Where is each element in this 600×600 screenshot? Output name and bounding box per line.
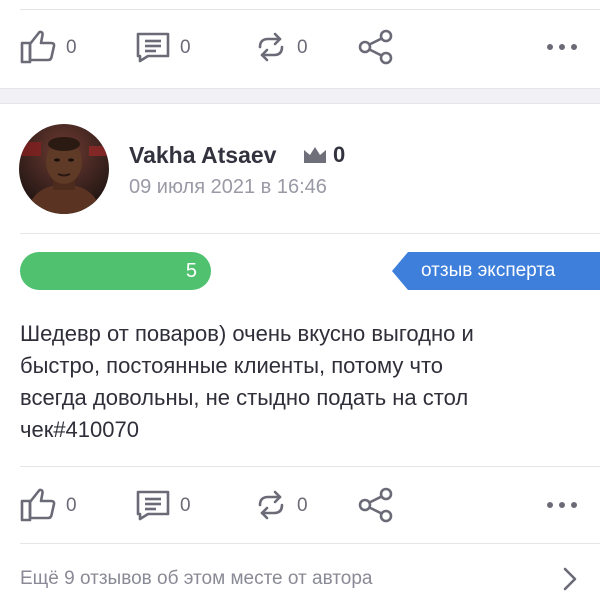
review-text-line: чек#410070 xyxy=(20,417,139,442)
comment-button[interactable]: 0 xyxy=(136,17,191,77)
more-button[interactable] xyxy=(546,475,578,535)
like-count: 0 xyxy=(66,494,77,516)
repost-count: 0 xyxy=(297,494,308,516)
review-text: Шедевр от поваров) очень вкусно выгодно … xyxy=(20,318,585,446)
more-icon xyxy=(547,44,577,50)
thumbs-up-icon xyxy=(20,30,56,64)
top-action-bar: 0 0 0 xyxy=(0,17,600,77)
comment-count: 0 xyxy=(180,36,191,58)
review-text-line: Шедевр от поваров) очень вкусно выгодно … xyxy=(20,321,474,346)
rating-bar: 5 xyxy=(20,252,211,290)
comment-icon xyxy=(136,32,170,63)
share-button[interactable] xyxy=(358,475,394,535)
bottom-action-bar: 0 0 0 xyxy=(0,475,600,535)
section-separator xyxy=(0,88,600,104)
repost-button[interactable]: 0 xyxy=(255,17,308,77)
share-icon xyxy=(358,487,393,523)
divider xyxy=(20,466,600,467)
top-divider xyxy=(20,9,600,10)
repost-icon xyxy=(258,32,284,62)
review-date: 09 июля 2021 в 16:46 xyxy=(129,176,327,198)
divider xyxy=(20,543,600,544)
expert-review-badge: отзыв эксперта xyxy=(392,252,600,290)
more-button[interactable] xyxy=(546,17,578,77)
author-score: 0 xyxy=(333,142,346,167)
repost-icon xyxy=(258,490,284,520)
more-reviews-link[interactable]: Ещё 9 отзывов об этом месте от автора xyxy=(0,555,600,600)
like-button[interactable]: 0 xyxy=(20,475,77,535)
review-text-line: всегда довольны, не стыдно подать на сто… xyxy=(20,385,469,410)
comment-count: 0 xyxy=(180,494,191,516)
expert-review-label: отзыв эксперта xyxy=(421,260,556,281)
more-icon xyxy=(547,502,577,508)
share-button[interactable] xyxy=(358,17,394,77)
like-count: 0 xyxy=(66,36,77,58)
like-button[interactable]: 0 xyxy=(20,17,77,77)
comment-button[interactable]: 0 xyxy=(136,475,191,535)
comment-icon xyxy=(136,490,170,521)
repost-button[interactable]: 0 xyxy=(255,475,308,535)
more-reviews-label: Ещё 9 отзывов об этом месте от автора xyxy=(20,568,373,589)
author-name[interactable]: Vakha Atsaev xyxy=(129,142,276,168)
share-icon xyxy=(358,29,393,65)
review-text-line: быстро, постоянные клиенты, потому что xyxy=(20,353,444,378)
rating-value: 5 xyxy=(185,260,197,282)
crown-icon xyxy=(304,147,326,163)
repost-count: 0 xyxy=(297,36,308,58)
avatar[interactable] xyxy=(19,124,109,214)
divider xyxy=(20,233,600,234)
chevron-right-icon xyxy=(563,567,577,591)
thumbs-up-icon xyxy=(20,488,56,522)
